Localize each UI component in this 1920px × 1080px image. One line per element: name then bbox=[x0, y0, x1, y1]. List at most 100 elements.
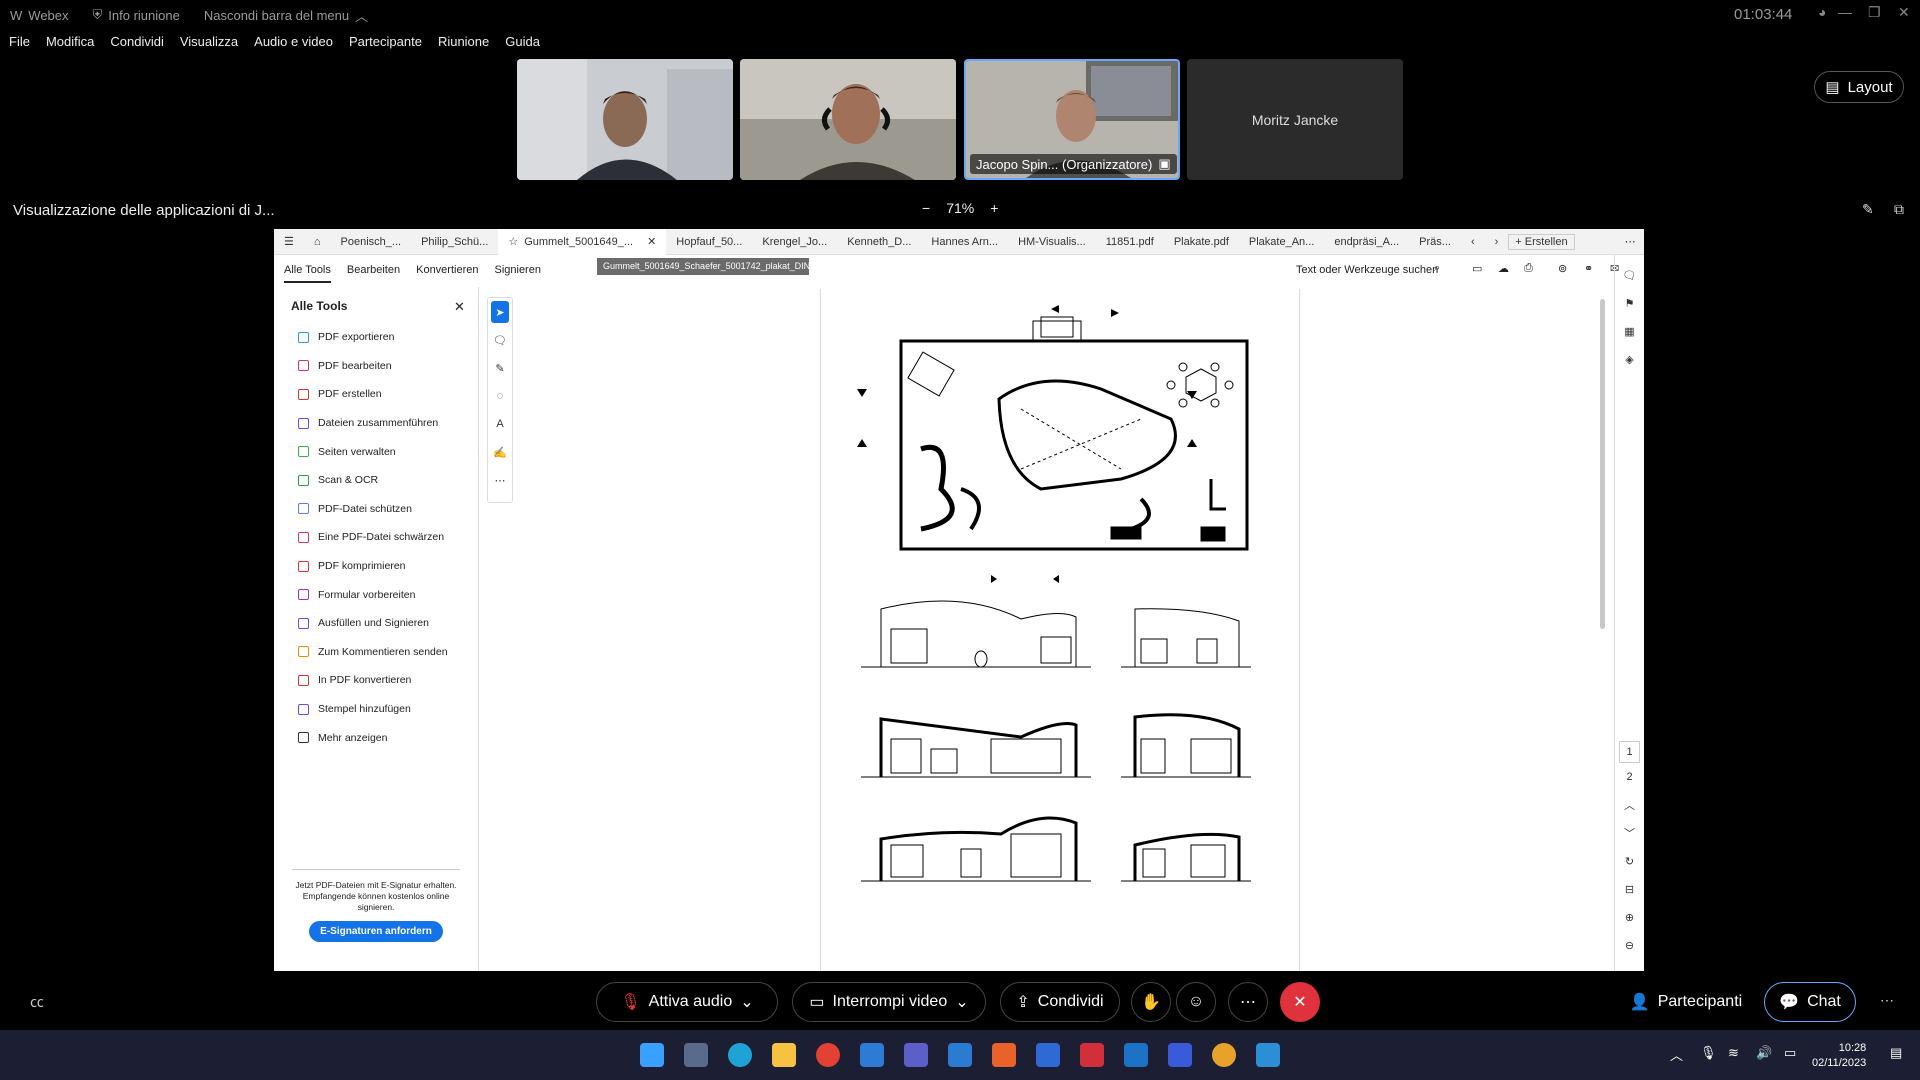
close-tab-icon[interactable]: ✕ bbox=[647, 235, 656, 248]
unmute-audio-button[interactable]: 🎙 Attiva audio ⌄ bbox=[596, 982, 778, 1022]
captions-icon[interactable]: ㏄ bbox=[30, 992, 44, 1012]
rotate-icon[interactable]: ↻ bbox=[1615, 847, 1644, 875]
menu-audio-video[interactable]: Audio e video bbox=[254, 34, 333, 54]
menu-modifica[interactable]: Modifica bbox=[46, 34, 94, 54]
doc-tab[interactable]: Präs... bbox=[1409, 236, 1461, 248]
stop-video-button[interactable]: ▭ Interrompi video ⌄ bbox=[792, 982, 986, 1022]
more-icon[interactable]: ⋯ bbox=[1615, 235, 1644, 248]
chat-button[interactable]: 💬 Chat bbox=[1764, 982, 1856, 1022]
tool-item[interactable]: Zum Kommentieren senden bbox=[274, 638, 478, 667]
webex-icon[interactable] bbox=[1168, 1043, 1192, 1067]
tab-bearbeiten[interactable]: Bearbeiten bbox=[347, 264, 400, 276]
participant-video-2[interactable] bbox=[740, 59, 956, 180]
close-icon[interactable]: ✕ bbox=[1898, 4, 1910, 21]
pdf-page[interactable] bbox=[820, 289, 1300, 971]
text-box-icon[interactable]: A bbox=[488, 410, 512, 438]
layout-button[interactable]: ▤ Layout bbox=[1814, 71, 1904, 103]
doc-tab[interactable]: Poenisch_... bbox=[331, 236, 412, 248]
comment-icon[interactable]: 🗨 bbox=[488, 326, 512, 354]
tool-item[interactable]: PDF exportieren bbox=[274, 323, 478, 352]
notepad-icon[interactable] bbox=[1256, 1043, 1280, 1067]
zoom-in-button[interactable]: + bbox=[990, 200, 998, 216]
app-icon[interactable] bbox=[992, 1043, 1016, 1067]
acrobat-icon[interactable] bbox=[1080, 1043, 1104, 1067]
chevron-up-icon[interactable]: ︿ bbox=[1615, 791, 1644, 819]
share-link-icon[interactable]: ⊚ bbox=[1558, 262, 1567, 275]
doc-tab[interactable]: HM-Visualis... bbox=[1008, 236, 1096, 248]
fit-page-icon[interactable]: ⊟ bbox=[1615, 875, 1644, 903]
chevron-down-icon[interactable]: ⌄ bbox=[955, 992, 968, 1012]
save-icon[interactable]: ▭ bbox=[1472, 262, 1482, 275]
pencil-icon[interactable]: ✎ bbox=[488, 354, 512, 382]
sign-icon[interactable]: ✍ bbox=[488, 438, 512, 466]
tool-item[interactable]: Stempel hinzufügen bbox=[274, 695, 478, 724]
windows-start-icon[interactable] bbox=[640, 1043, 664, 1067]
leave-meeting-button[interactable]: ✕ bbox=[1280, 982, 1320, 1022]
tool-item[interactable]: In PDF konvertieren bbox=[274, 666, 478, 695]
tool-item[interactable]: Scan & OCR bbox=[274, 466, 478, 495]
close-panel-icon[interactable]: ✕ bbox=[454, 299, 465, 315]
meeting-info-button[interactable]: ⛨ Info riunione bbox=[93, 7, 180, 23]
restore-icon[interactable]: ❐ bbox=[1868, 4, 1881, 21]
doc-tab[interactable]: Hannes Arn... bbox=[921, 236, 1008, 248]
participants-button[interactable]: 👤 Partecipanti bbox=[1614, 982, 1758, 1022]
layers-icon[interactable]: ◈ bbox=[1615, 345, 1644, 373]
comments-icon[interactable]: 🗨 bbox=[1615, 261, 1644, 289]
reactions-icon[interactable]: ☺ bbox=[1176, 982, 1216, 1022]
doc-tab[interactable]: 11851.pdf bbox=[1096, 236, 1164, 248]
doc-tab[interactable]: endpräsi_A... bbox=[1324, 236, 1409, 248]
menu-condividi[interactable]: Condividi bbox=[110, 34, 163, 54]
tool-item[interactable]: PDF-Datei schützen bbox=[274, 495, 478, 524]
chevron-right-icon[interactable]: › bbox=[1485, 236, 1509, 248]
mail-icon[interactable] bbox=[860, 1043, 884, 1067]
print-icon[interactable]: ⎙ bbox=[1524, 262, 1533, 275]
notifications-icon[interactable]: ▤ bbox=[1890, 1045, 1902, 1061]
battery-icon[interactable]: ▭ bbox=[1784, 1045, 1796, 1061]
select-cursor-icon[interactable]: ➤ bbox=[491, 301, 509, 323]
zoom-out-button[interactable]: − bbox=[922, 200, 930, 216]
upload-icon[interactable]: ☁ bbox=[1498, 262, 1509, 275]
participant-video-organizer[interactable]: Jacopo Spin... (Organizzatore) ▣ bbox=[964, 59, 1180, 180]
doc-tab[interactable]: Philip_Schü... bbox=[411, 236, 498, 248]
menu-visualizza[interactable]: Visualizza bbox=[180, 34, 238, 54]
esign-request-button[interactable]: E-Signaturen anfordern bbox=[309, 921, 443, 942]
chevron-down-icon[interactable]: ﹀ bbox=[1615, 819, 1644, 847]
vscode-icon[interactable] bbox=[948, 1043, 972, 1067]
menu-icon[interactable]: ☰ bbox=[274, 235, 304, 248]
pop-out-icon[interactable]: ⧉ bbox=[1894, 201, 1904, 218]
lasso-icon[interactable]: ◌ bbox=[488, 382, 512, 410]
tool-item[interactable]: Eine PDF-Datei schwärzen bbox=[274, 523, 478, 552]
zoom-in-icon[interactable]: ⊕ bbox=[1615, 903, 1644, 931]
annotate-icon[interactable]: ✎ bbox=[1862, 201, 1874, 218]
menu-partecipante[interactable]: Partecipante bbox=[349, 34, 422, 54]
raise-hand-icon[interactable]: ✋ bbox=[1131, 982, 1171, 1022]
edge-icon[interactable] bbox=[728, 1043, 752, 1067]
doc-tab[interactable]: Plakate.pdf bbox=[1164, 236, 1239, 248]
zoom-out-icon[interactable]: ⊖ bbox=[1615, 931, 1644, 959]
doc-tab-active[interactable]: ☆ Gummelt_5001649_... ✕ bbox=[498, 229, 667, 255]
doc-tab[interactable]: Krengel_Jo... bbox=[752, 236, 837, 248]
bookmark-icon[interactable]: ⚑ bbox=[1615, 289, 1644, 317]
tool-item[interactable]: Ausfüllen und Signieren bbox=[274, 609, 478, 638]
more-options-icon[interactable]: ⋯ bbox=[1228, 982, 1268, 1022]
thumbnails-icon[interactable]: ▦ bbox=[1615, 317, 1644, 345]
tool-item[interactable]: Formular vorbereiten bbox=[274, 580, 478, 609]
doc-tab[interactable]: Kenneth_D... bbox=[837, 236, 921, 248]
tab-konvertieren[interactable]: Konvertieren bbox=[416, 264, 478, 276]
tool-item[interactable]: Dateien zusammenführen bbox=[274, 409, 478, 438]
tool-item[interactable]: PDF bearbeiten bbox=[274, 352, 478, 381]
teams-icon[interactable] bbox=[904, 1043, 928, 1067]
link-icon[interactable]: ⚭ bbox=[1584, 262, 1593, 275]
chevron-left-icon[interactable]: ‹ bbox=[1461, 236, 1485, 248]
minimize-icon[interactable]: — bbox=[1838, 4, 1852, 20]
doc-tab[interactable]: Hopfauf_50... bbox=[666, 236, 752, 248]
chevron-down-icon[interactable]: ⌄ bbox=[740, 992, 753, 1012]
more-tools-icon[interactable]: ⋯ bbox=[488, 466, 512, 494]
scrollbar[interactable] bbox=[1600, 295, 1607, 935]
menu-file[interactable]: File bbox=[9, 34, 30, 54]
photos-icon[interactable] bbox=[684, 1043, 708, 1067]
chrome-icon-2[interactable] bbox=[1212, 1043, 1236, 1067]
doc-tab[interactable]: Plakate_An... bbox=[1239, 236, 1324, 248]
participant-video-1[interactable] bbox=[517, 59, 733, 180]
mic-muted-icon[interactable]: 🎙 bbox=[1700, 1045, 1717, 1061]
